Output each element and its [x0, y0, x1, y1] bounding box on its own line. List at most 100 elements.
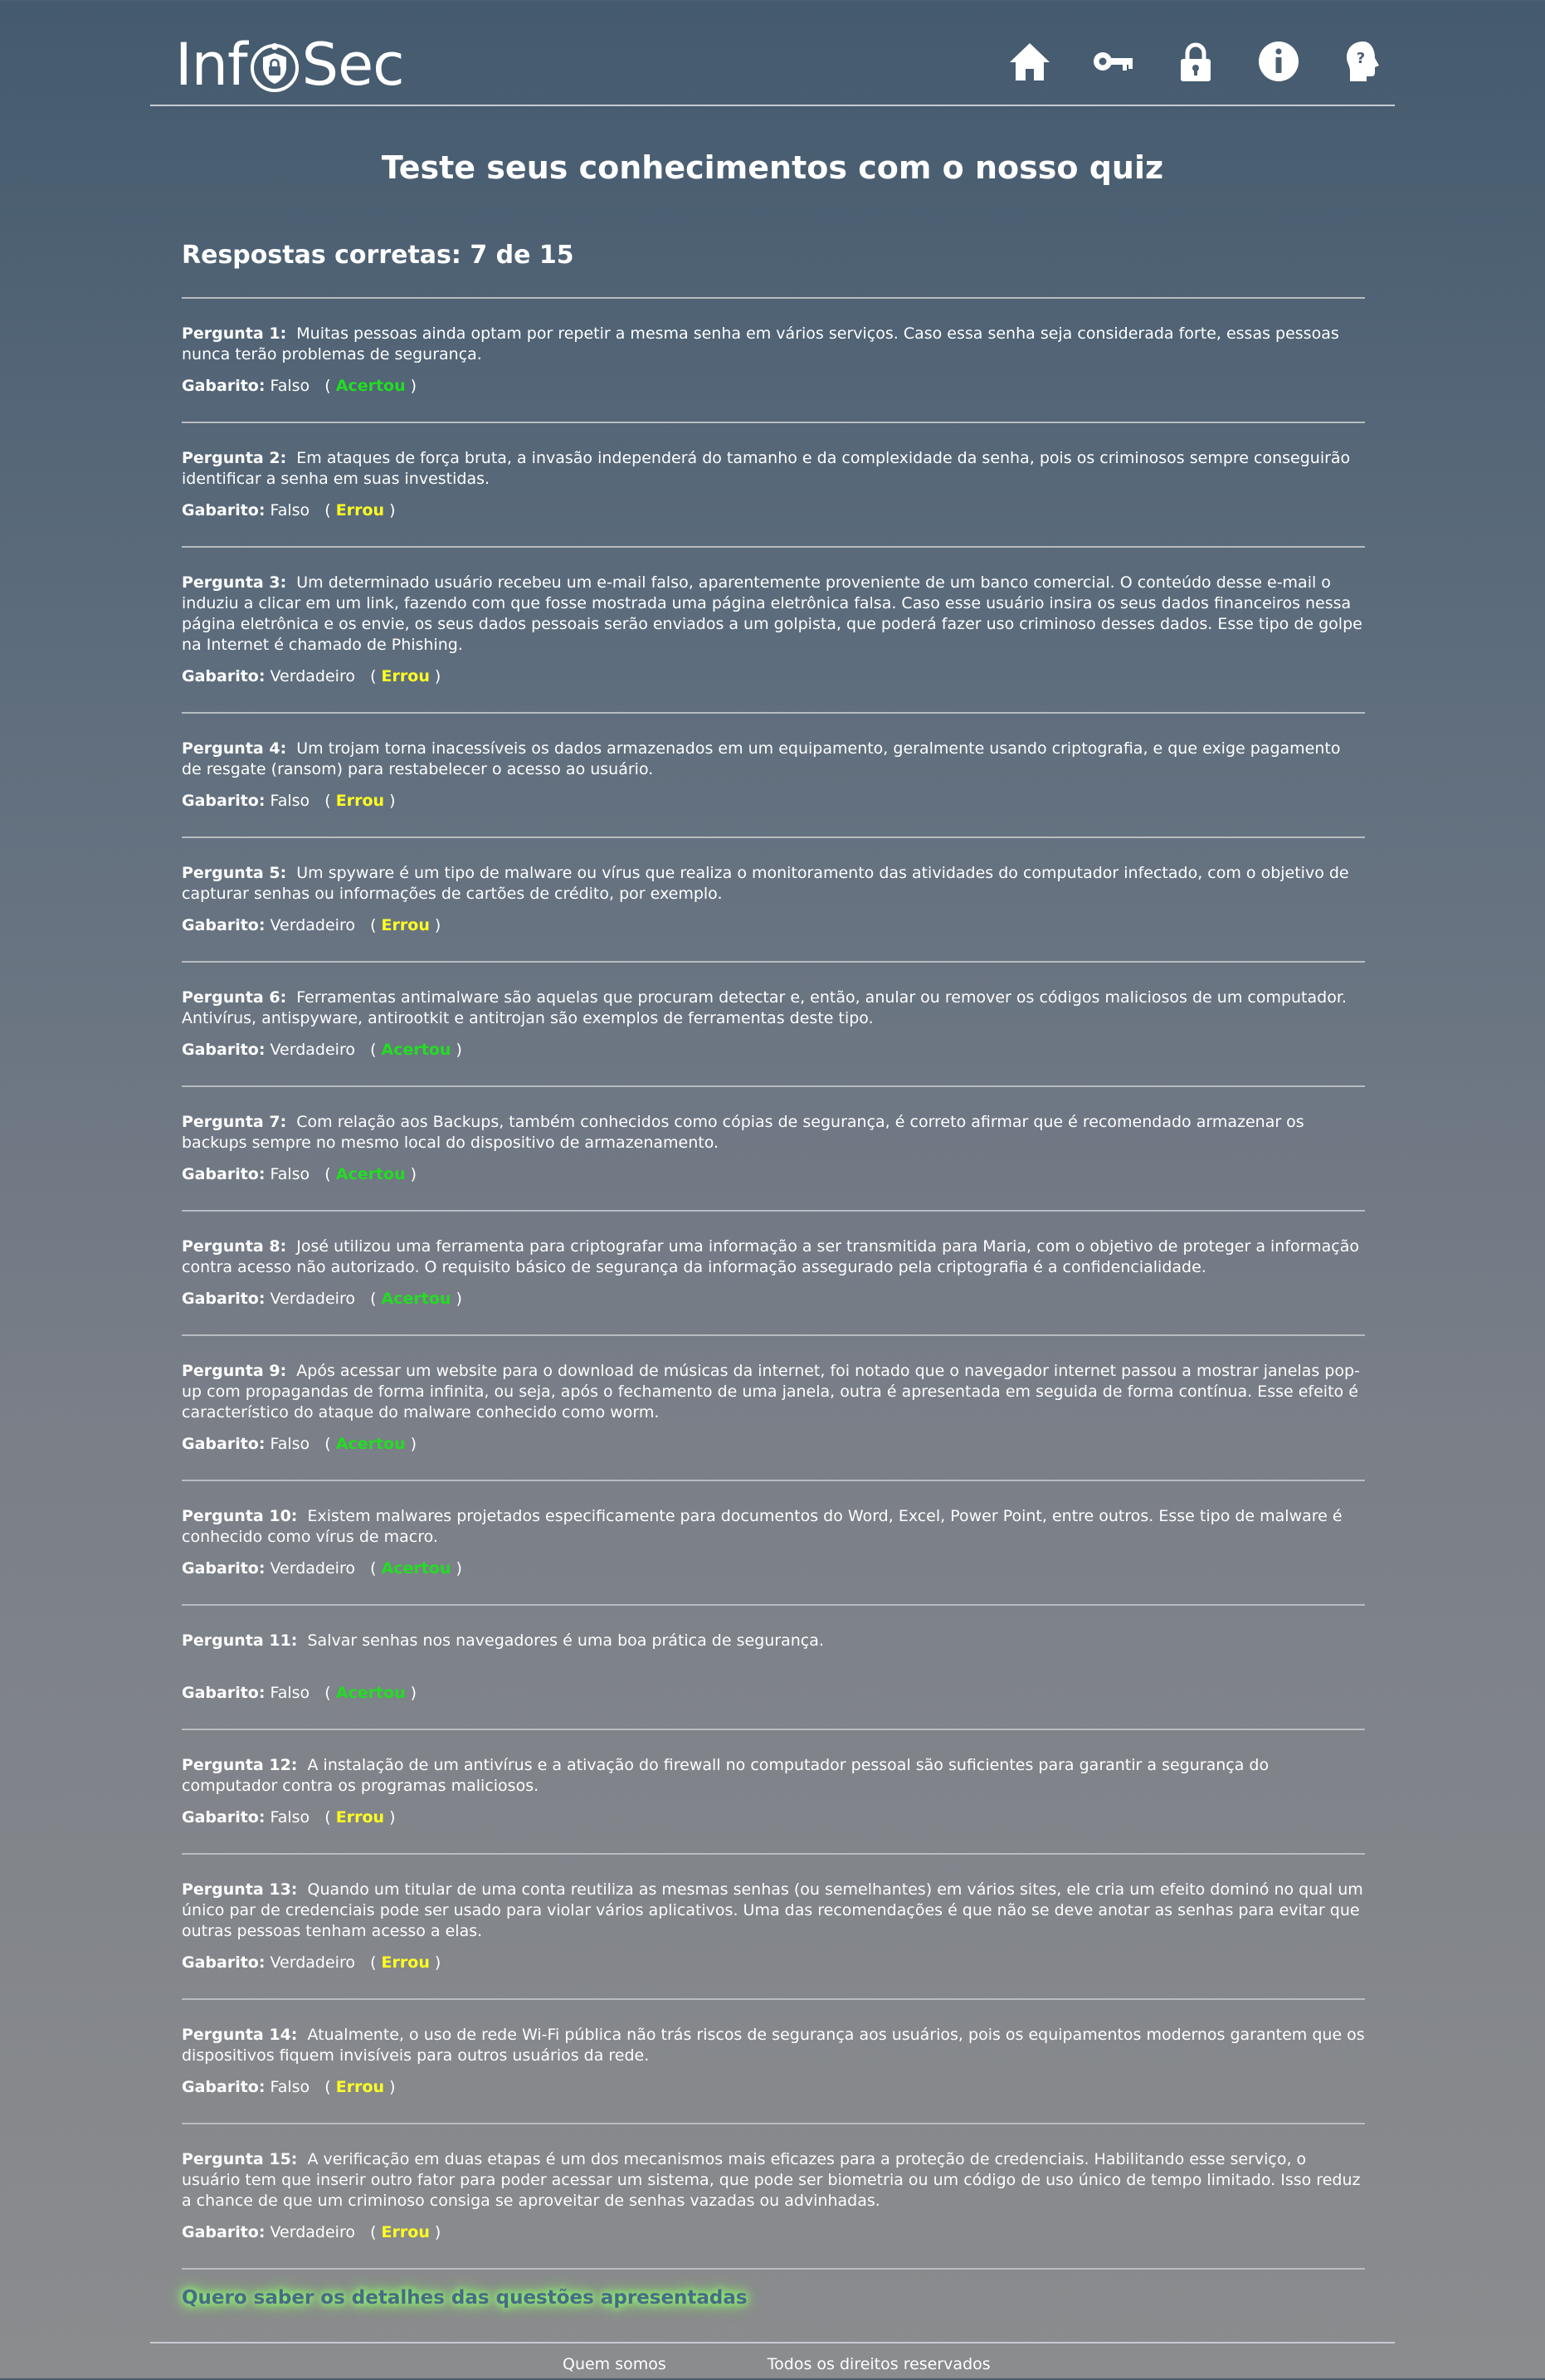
question-text: Quando um titular de uma conta reutiliza…: [182, 1880, 1363, 1940]
home-icon[interactable]: [1008, 40, 1051, 83]
answer-line: Gabarito: Falso ( Acertou ): [182, 1435, 417, 1453]
answer-label: Gabarito:: [182, 2223, 266, 2241]
question-label: Pergunta 6:: [182, 988, 287, 1007]
logo-text-left: Inf: [175, 31, 248, 99]
answer-label: Gabarito:: [182, 1041, 266, 1059]
question-text: Após acessar um website para o download …: [182, 1362, 1360, 1422]
question-label: Pergunta 4:: [182, 739, 287, 758]
result-badge: Errou: [335, 501, 385, 519]
question-text-line: Pergunta 7: Com relação aos Backups, tam…: [182, 1112, 1365, 1153]
question-text: Atualmente, o uso de rede Wi-Fi pública …: [182, 2026, 1365, 2065]
question-item: Pergunta 11: Salvar senhas nos navegador…: [182, 1604, 1365, 1729]
question-label: Pergunta 9:: [182, 1362, 287, 1380]
question-text: Muitas pessoas ainda optam por repetir a…: [182, 324, 1339, 363]
question-text: Com relação aos Backups, também conhecid…: [182, 1113, 1304, 1152]
answer-value: Verdadeiro: [270, 667, 355, 685]
answer-line: Gabarito: Falso ( Acertou ): [182, 1165, 417, 1183]
question-item: Pergunta 5: Um spyware é um tipo de malw…: [182, 836, 1365, 961]
answer-line: Gabarito: Verdadeiro ( Errou ): [182, 1953, 441, 1972]
rights-link[interactable]: Todos os direitos reservados: [768, 2355, 991, 2373]
question-item: Pergunta 13: Quando um titular de uma co…: [182, 1853, 1365, 1998]
question-item: Pergunta 9: Após acessar um website para…: [182, 1334, 1365, 1480]
result-badge: Errou: [335, 1808, 385, 1826]
result-badge: Errou: [381, 916, 430, 934]
answer-line: Gabarito: Verdadeiro ( Errou ): [182, 667, 441, 685]
question-text: Um determinado usuário recebeu um e-mail…: [182, 573, 1362, 654]
question-label: Pergunta 12:: [182, 1756, 298, 1774]
question-item: Pergunta 6: Ferramentas antimalware são …: [182, 961, 1365, 1085]
quiz-results-list: Pergunta 1: Muitas pessoas ainda optam p…: [182, 297, 1365, 2270]
result-badge: Acertou: [335, 377, 406, 395]
question-text-line: Pergunta 11: Salvar senhas nos navegador…: [182, 1631, 1365, 1672]
answer-label: Gabarito:: [182, 667, 266, 685]
answer-value: Falso: [270, 792, 310, 810]
infosec-logo[interactable]: Inf Sec: [175, 30, 405, 100]
question-label: Pergunta 1:: [182, 324, 287, 343]
site-footer: Quem somos Todos os direitos reservados: [150, 2342, 1395, 2380]
answer-value: Verdadeiro: [270, 1290, 355, 1308]
answer-line: Gabarito: Verdadeiro ( Acertou ): [182, 1559, 462, 1578]
question-text: Salvar senhas nos navegadores é uma boa …: [307, 1631, 824, 1650]
answer-line: Gabarito: Falso ( Errou ): [182, 2078, 396, 2096]
question-item: Pergunta 7: Com relação aos Backups, tam…: [182, 1085, 1365, 1210]
details-link[interactable]: Quero saber os detalhes das questões apr…: [182, 2287, 748, 2309]
answer-line: Gabarito: Falso ( Errou ): [182, 792, 396, 810]
answer-label: Gabarito:: [182, 1953, 266, 1972]
question-text-line: Pergunta 8: José utilizou uma ferramenta…: [182, 1236, 1365, 1278]
question-text-line: Pergunta 4: Um trojam torna inacessíveis…: [182, 739, 1365, 780]
answer-label: Gabarito:: [182, 1684, 266, 1702]
answer-line: Gabarito: Verdadeiro ( Acertou ): [182, 1041, 462, 1059]
answer-label: Gabarito:: [182, 916, 266, 934]
question-text: Ferramentas antimalware são aquelas que …: [182, 988, 1347, 1027]
answer-label: Gabarito:: [182, 1808, 266, 1826]
question-label: Pergunta 3:: [182, 573, 287, 592]
head-question-icon[interactable]: ?: [1340, 40, 1383, 83]
question-text-line: Pergunta 14: Atualmente, o uso de rede W…: [182, 2025, 1365, 2066]
question-text-line: Pergunta 12: A instalação de um antivíru…: [182, 1755, 1365, 1797]
about-link[interactable]: Quem somos: [563, 2355, 666, 2373]
question-item: Pergunta 14: Atualmente, o uso de rede W…: [182, 1998, 1365, 2123]
question-text-line: Pergunta 10: Existem malwares projetados…: [182, 1506, 1365, 1548]
question-label: Pergunta 14:: [182, 2026, 298, 2044]
question-item: Pergunta 2: Em ataques de força bruta, a…: [182, 422, 1365, 546]
result-badge: Acertou: [381, 1041, 451, 1059]
key-icon[interactable]: [1091, 40, 1134, 83]
question-text-line: Pergunta 9: Após acessar um website para…: [182, 1361, 1365, 1423]
lock-icon[interactable]: [1174, 40, 1217, 83]
answer-line: Gabarito: Verdadeiro ( Errou ): [182, 916, 441, 934]
result-badge: Acertou: [381, 1290, 451, 1308]
answer-label: Gabarito:: [182, 377, 266, 395]
svg-text:?: ?: [1357, 50, 1365, 67]
question-label: Pergunta 13:: [182, 1880, 298, 1899]
result-badge: Errou: [335, 792, 385, 810]
answer-label: Gabarito:: [182, 1435, 266, 1453]
question-text-line: Pergunta 5: Um spyware é um tipo de malw…: [182, 863, 1365, 905]
answer-line: Gabarito: Falso ( Acertou ): [182, 1684, 417, 1702]
answer-label: Gabarito:: [182, 1290, 266, 1308]
answer-line: Gabarito: Falso ( Acertou ): [182, 377, 417, 395]
info-icon[interactable]: [1257, 40, 1300, 83]
answer-value: Verdadeiro: [270, 1041, 355, 1059]
answer-value: Verdadeiro: [270, 1953, 355, 1972]
question-item: Pergunta 4: Um trojam torna inacessíveis…: [182, 712, 1365, 836]
score-summary: Respostas corretas: 7 de 15: [182, 241, 574, 270]
question-text: Um spyware é um tipo de malware ou vírus…: [182, 864, 1349, 903]
question-label: Pergunta 7:: [182, 1113, 287, 1131]
question-label: Pergunta 8:: [182, 1237, 287, 1256]
question-item: Pergunta 10: Existem malwares projetados…: [182, 1480, 1365, 1604]
question-label: Pergunta 2:: [182, 449, 287, 467]
question-text-line: Pergunta 15: A verificação em duas etapa…: [182, 2149, 1365, 2212]
top-nav: ?: [1008, 40, 1383, 83]
question-text-line: Pergunta 3: Um determinado usuário receb…: [182, 573, 1365, 656]
question-text-line: Pergunta 6: Ferramentas antimalware são …: [182, 988, 1365, 1029]
answer-value: Falso: [270, 2078, 310, 2096]
question-label: Pergunta 5:: [182, 864, 287, 882]
answer-line: Gabarito: Falso ( Errou ): [182, 1808, 396, 1826]
question-label: Pergunta 10:: [182, 1507, 298, 1525]
question-text: A verificação em duas etapas é um dos me…: [182, 2150, 1361, 2210]
result-badge: Errou: [381, 2223, 430, 2241]
answer-label: Gabarito:: [182, 2078, 266, 2096]
answer-label: Gabarito:: [182, 1559, 266, 1578]
question-item: Pergunta 8: José utilizou uma ferramenta…: [182, 1210, 1365, 1334]
result-badge: Errou: [335, 2078, 385, 2096]
